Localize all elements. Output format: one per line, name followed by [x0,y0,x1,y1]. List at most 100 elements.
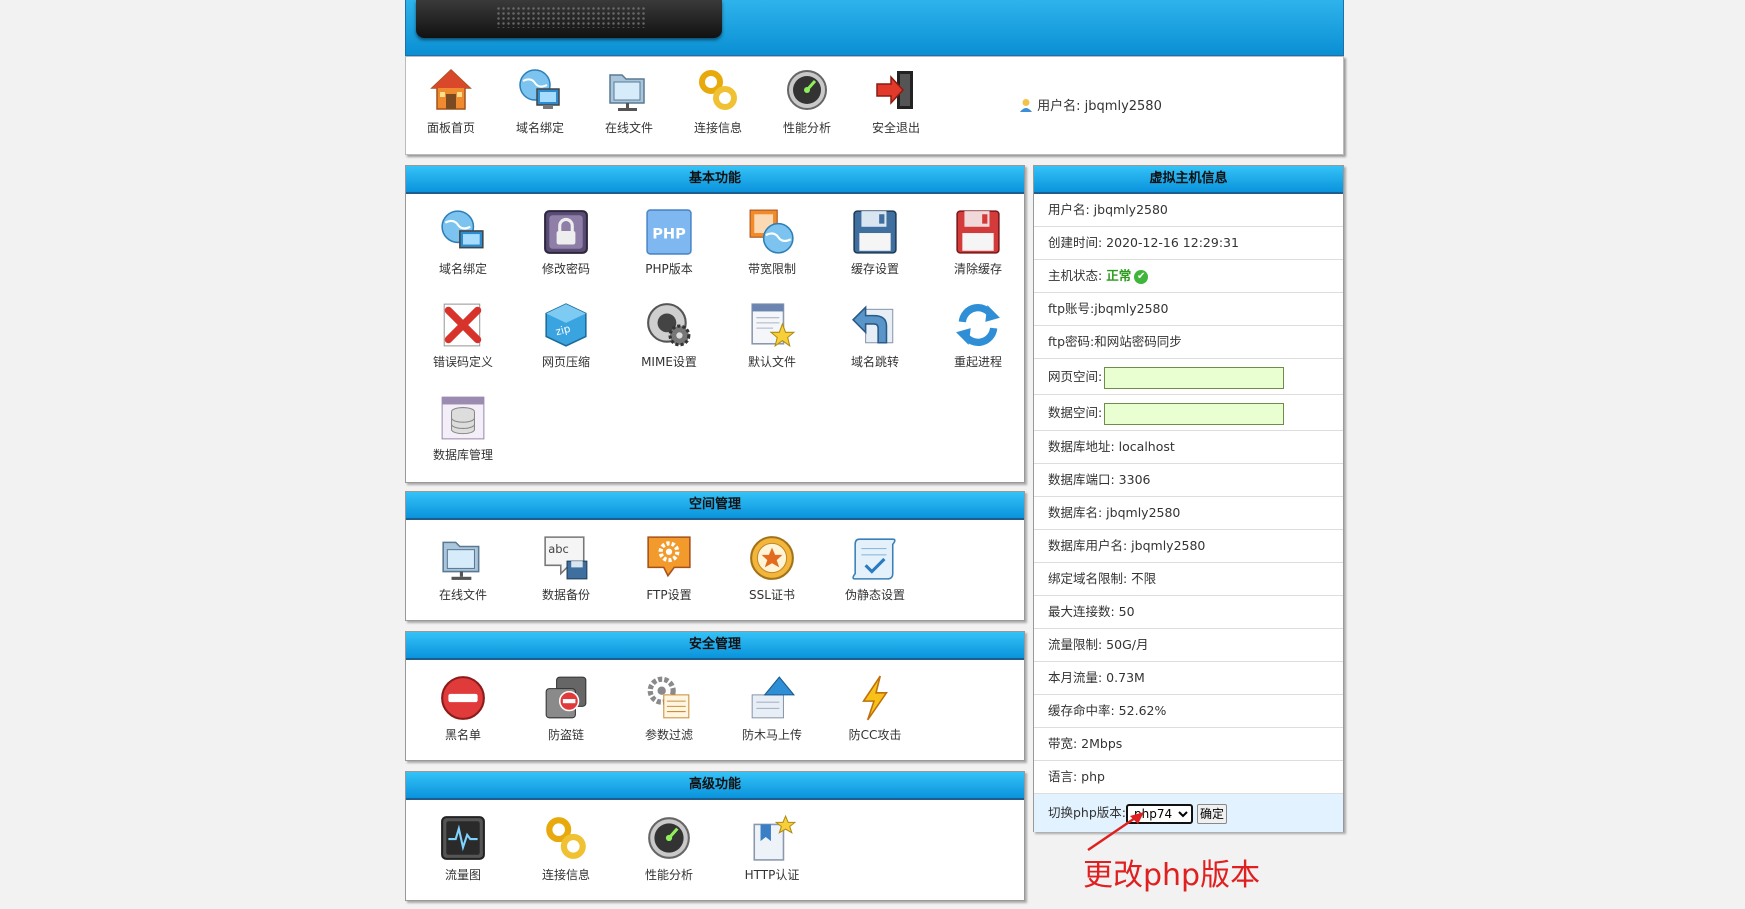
nav-item-domain[interactable]: 域名绑定 [500,67,580,136]
server-logo [416,0,722,38]
grid-label: SSL证书 [749,588,795,602]
space-item-backup[interactable]: abc 数据备份 [516,534,616,603]
basic-item-bandwidth[interactable]: 带宽限制 [722,208,822,277]
grid-label: 伪静态设置 [844,588,905,602]
gauge-icon [648,817,690,859]
annotation-arrow [1087,812,1144,852]
traffic-chart-icon [441,816,485,860]
ftp-gear-icon [647,536,691,578]
grid-label: 黑名单 [444,728,481,742]
advanced-item-performance[interactable]: 性能分析 [619,814,719,883]
grid-label: 参数过滤 [644,728,693,742]
php-icon: PHP [646,209,692,255]
gauge-icon [787,70,827,110]
space-item-ssl[interactable]: SSL证书 [722,534,822,603]
info-bandwidth: 带宽: 2Mbps [1034,728,1343,761]
nav-label: 性能分析 [782,121,831,135]
info-db-user: 数据库用户名: jbqmly2580 [1034,530,1343,563]
folder-icon [442,541,480,580]
grid-label: 数据备份 [541,588,590,602]
panel-title: 基本功能 [406,166,1024,194]
grid-label: 清除缓存 [953,262,1002,276]
panel-title: 高级功能 [406,772,1024,800]
advanced-item-traffic[interactable]: 流量图 [413,814,513,883]
grid-label: 流量图 [444,868,481,882]
nav-item-home[interactable]: 面板首页 [411,67,491,136]
info-created: 创建时间: 2020-12-16 12:29:31 [1034,227,1343,260]
basic-item-mime[interactable]: MIME设置 [619,301,719,370]
basic-item-cache-settings[interactable]: 缓存设置 [825,208,925,277]
basic-item-password[interactable]: 修改密码 [516,208,616,277]
grid-label: 域名绑定 [438,262,487,276]
basic-item-clear-cache[interactable]: 清除缓存 [928,208,1028,277]
upload-shield-icon [751,676,796,719]
globe-monitor-icon [519,69,560,109]
info-month-traffic: 本月流量: 0.73M [1034,662,1343,695]
panel-title: 空间管理 [406,492,1024,520]
bandwidth-icon [749,209,794,254]
info-language: 语言: php [1034,761,1343,794]
info-status: 主机状态: 正常 ✔ [1034,260,1343,293]
panel-security: 安全管理 黑名单 防盗链 参数过滤 防木马上传 防CC攻击 [405,631,1025,761]
basic-item-compression[interactable]: zip 网页压缩 [516,301,616,370]
security-item-anti-cc[interactable]: 防CC攻击 [825,674,925,743]
info-db-space: 数据空间: [1034,395,1343,431]
header-banner [405,0,1344,56]
annotation-text: 更改php版本 [1083,858,1261,893]
nav-label: 连接信息 [693,121,742,135]
top-nav: 面板首页 域名绑定 在线文件 连接信息 性能分析 安全退出 用户名: jbqml… [405,56,1344,155]
advanced-item-connections[interactable]: 连接信息 [516,814,616,883]
grid-label: 防盗链 [547,728,584,742]
nav-item-logout[interactable]: 安全退出 [856,67,936,136]
grid-label: 默认文件 [747,355,796,369]
space-item-files[interactable]: 在线文件 [413,534,513,603]
svg-text:abc: abc [548,542,569,556]
basic-item-domain[interactable]: 域名绑定 [413,208,513,277]
basic-item-restart[interactable]: 重起进程 [928,301,1028,370]
basic-item-error-codes[interactable]: 错误码定义 [413,301,513,370]
refresh-icon [956,304,1000,346]
basic-item-domain-redirect[interactable]: 域名跳转 [825,301,925,370]
security-item-trojan-upload[interactable]: 防木马上传 [722,674,822,743]
security-item-param-filter[interactable]: 参数过滤 [619,674,719,743]
status-label: 主机状态: [1048,268,1107,283]
nav-item-files[interactable]: 在线文件 [589,67,669,136]
basic-item-database[interactable]: 数据库管理 [413,394,513,463]
zip-box-icon: zip [545,303,587,347]
grid-label: 防木马上传 [741,728,802,742]
backup-icon: abc [544,536,588,580]
basic-item-php[interactable]: PHP PHP版本 [619,208,719,277]
nav-label: 安全退出 [871,121,920,135]
confirm-button[interactable]: 确定 [1197,803,1228,824]
space-item-ftp[interactable]: FTP设置 [619,534,719,603]
grid-label: HTTP认证 [744,868,800,882]
basic-item-default-file[interactable]: 默认文件 [722,301,822,370]
bookmark-star-icon [753,814,796,861]
nav-label: 在线文件 [604,121,653,135]
grid-label: 数据库管理 [432,448,493,462]
user-label: 用户名: [1037,99,1081,114]
grid-label: 带宽限制 [747,262,796,276]
grid-label: 连接信息 [541,868,590,882]
floppy-blue-icon [853,210,897,254]
error-x-icon [443,303,482,347]
security-item-anti-leech[interactable]: 防盗链 [516,674,616,743]
db-space-bar [1104,402,1285,425]
info-domain-limit: 绑定域名限制: 不限 [1034,563,1343,596]
panel-title: 安全管理 [406,632,1024,660]
chain-icon [699,70,737,110]
nav-item-performance[interactable]: 性能分析 [767,67,847,136]
web-space-bar [1104,366,1285,389]
nav-item-connections[interactable]: 连接信息 [678,67,758,136]
security-item-blacklist[interactable]: 黑名单 [413,674,513,743]
panel-host-info: 虚拟主机信息 用户名: jbqmly2580 创建时间: 2020-12-16 … [1033,165,1344,832]
certificate-icon [750,536,794,580]
status-value: 正常 [1106,268,1132,283]
space-item-rewrite[interactable]: 伪静态设置 [825,534,925,603]
advanced-item-http-auth[interactable]: HTTP认证 [722,814,822,883]
lock-icon [544,210,588,254]
panel-space: 空间管理 在线文件 abc 数据备份 FTP设置 SSL证书 伪静态设置 [405,491,1025,621]
gear-disc-icon [647,303,691,347]
grid-label: PHP版本 [645,262,693,276]
info-max-connections: 最大连接数: 50 [1034,596,1343,629]
